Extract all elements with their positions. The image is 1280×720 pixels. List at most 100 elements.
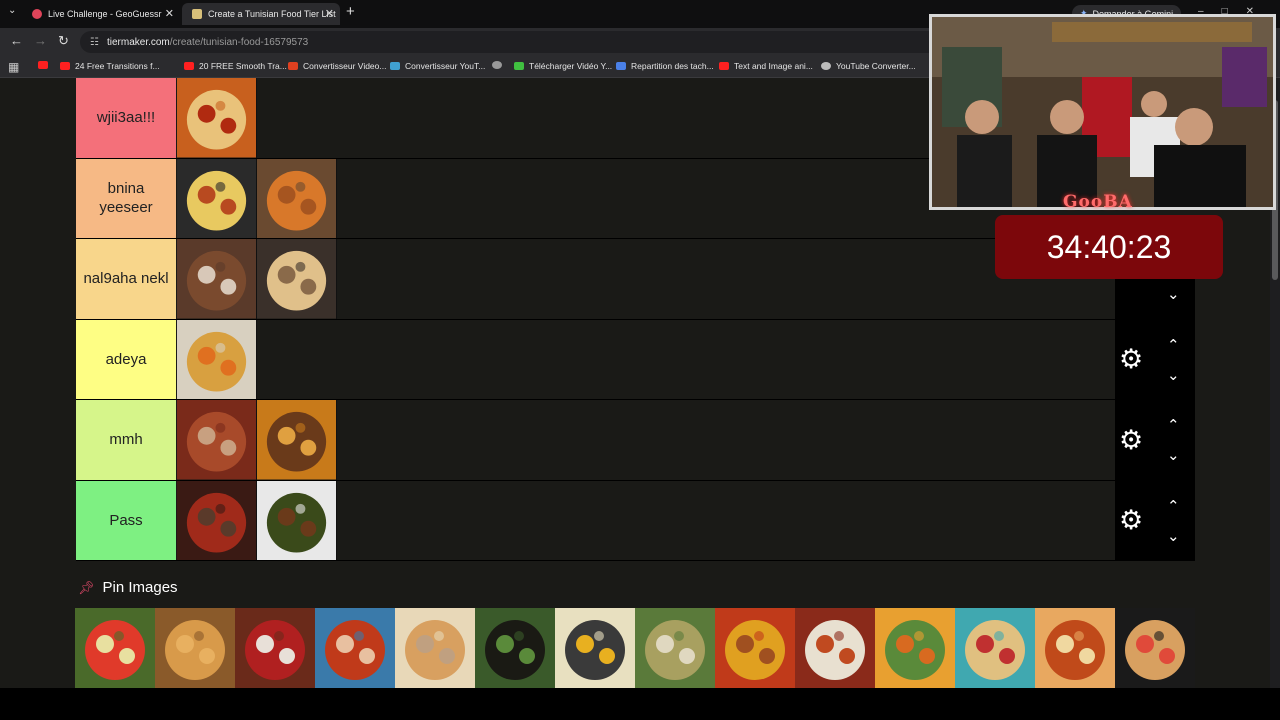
bookmark-label: 20 FREE Smooth Tra... <box>199 61 287 71</box>
pin-image-red-bowl[interactable] <box>235 608 315 688</box>
tier-label[interactable]: Pass <box>76 480 176 560</box>
bookmark-text-image[interactable]: Text and Image ani... <box>719 61 813 71</box>
tier-items-dropzone[interactable] <box>177 239 337 319</box>
chevron-down-icon[interactable]: ⌄ <box>1167 448 1180 463</box>
food-image-grilled-meat[interactable] <box>177 239 257 319</box>
globe-icon <box>492 61 502 69</box>
converter-icon <box>390 62 400 70</box>
bookmark-label: 24 Free Transitions f... <box>75 61 160 71</box>
tier-controls: ⚙︎ ⌃ ⌄ <box>1115 480 1195 560</box>
chevron-down-icon[interactable]: ⌄ <box>1167 287 1180 302</box>
webcam-caption: GooBA <box>1063 192 1133 212</box>
pin-images-strip <box>75 608 1195 688</box>
webcam-feed-image <box>932 17 1273 207</box>
pin-image-spaghetti[interactable] <box>315 608 395 688</box>
food-image-chorba-soup[interactable] <box>257 158 337 238</box>
new-tab-plus-icon[interactable]: + <box>346 3 355 20</box>
food-image-meat-stew[interactable] <box>177 400 257 480</box>
food-image-couscous[interactable] <box>177 319 257 399</box>
bookmark-label: Télécharger Vidéo Y... <box>529 61 613 71</box>
tier-row: mmh ⚙︎ ⌃ ⌄ <box>76 400 1195 481</box>
bookmark-transitions-24[interactable]: 24 Free Transitions f... <box>60 61 160 71</box>
tier-items-dropzone[interactable] <box>177 480 337 560</box>
globe-icon <box>821 62 831 70</box>
z-logo-icon <box>288 62 298 70</box>
pushpin-icon: 📌︎ <box>78 579 95 595</box>
back-arrow-icon[interactable]: ← <box>10 33 23 48</box>
tier-label[interactable]: mmh <box>76 400 176 480</box>
tab-tiermaker[interactable]: Create a Tunisian Food Tier List ✕ <box>182 3 340 25</box>
tier-items-dropzone[interactable] <box>177 158 337 238</box>
bookmark-youtube-1[interactable] <box>38 61 53 69</box>
bookmark-repartition[interactable]: Repartition des tach... <box>616 61 714 71</box>
reload-icon[interactable]: ↻ <box>58 33 69 49</box>
tier-items-dropzone[interactable] <box>177 400 337 480</box>
bookmark-convertisseur-video[interactable]: Convertisseur Video... <box>288 61 386 71</box>
pin-image-ojja[interactable] <box>795 608 875 688</box>
bookmark-convertisseur-youtube[interactable]: Convertisseur YouT... <box>390 61 485 71</box>
pin-image-egg-salad[interactable] <box>555 608 635 688</box>
youtube-icon <box>184 62 194 70</box>
bookmark-telecharger[interactable]: Télécharger Vidéo Y... <box>514 61 612 71</box>
pin-image-baguette-sandwich[interactable] <box>1115 608 1195 688</box>
tier-controls: ⚙︎ ⌃ ⌄ <box>1115 400 1195 480</box>
tier-label[interactable]: bnina yeeseer <box>76 158 176 238</box>
pin-image-green-dish[interactable] <box>635 608 715 688</box>
tiermaker-favicon-icon <box>192 9 202 19</box>
tab-title: Create a Tunisian Food Tier List <box>208 9 336 19</box>
tier-label[interactable]: wjii3aa!!! <box>76 78 176 158</box>
food-image-tomato-stew[interactable] <box>177 480 257 560</box>
pin-image-grilled-sandwich[interactable] <box>155 608 235 688</box>
bookmark-label: Repartition des tach... <box>631 61 714 71</box>
chevron-down-icon[interactable]: ⌄ <box>1167 368 1180 383</box>
pin-image-brik[interactable] <box>395 608 475 688</box>
food-image-pizza[interactable] <box>177 78 257 158</box>
pin-images-title: Pin Images <box>102 579 178 596</box>
pin-image-salad-platter[interactable] <box>75 608 155 688</box>
gear-icon[interactable]: ⚙︎ <box>1119 505 1143 535</box>
tier-items-dropzone[interactable] <box>177 78 257 158</box>
bookmark-label: Convertisseur Video... <box>303 61 387 71</box>
gear-icon[interactable]: ⚙︎ <box>1119 425 1143 455</box>
chevron-up-icon[interactable]: ⌃ <box>1167 499 1180 514</box>
chevron-up-icon[interactable]: ⌃ <box>1167 338 1180 353</box>
site-info-icon[interactable]: ☷ <box>90 37 99 48</box>
close-tab-icon[interactable]: ✕ <box>325 7 334 20</box>
tier-row: adeya ⚙︎ ⌃ ⌄ <box>76 319 1195 400</box>
chevron-down-icon[interactable]: ⌄ <box>1167 529 1180 544</box>
url-path: /create/tunisian-food-16579573 <box>169 36 309 48</box>
tier-row: Pass ⚙︎ ⌃ ⌄ <box>76 480 1195 561</box>
docs-icon <box>616 62 626 70</box>
tab-search-chevron-icon[interactable]: ⌄ <box>8 5 16 16</box>
pin-image-peppers[interactable] <box>715 608 795 688</box>
close-tab-icon[interactable]: ✕ <box>165 7 174 20</box>
food-image-mlawi-bread[interactable] <box>257 239 337 319</box>
bookmark-transitions-20[interactable]: 20 FREE Smooth Tra... <box>184 61 287 71</box>
youtube-icon <box>38 61 48 69</box>
youtube-icon <box>719 62 729 70</box>
pin-image-wraps[interactable] <box>955 608 1035 688</box>
webcam-overlay <box>929 14 1276 210</box>
tier-items-dropzone[interactable] <box>177 319 257 399</box>
bookmark-youtube-converter[interactable]: YouTube Converter... <box>821 61 916 71</box>
bookmark-label: Convertisseur YouT... <box>405 61 486 71</box>
tier-label[interactable]: adeya <box>76 319 176 399</box>
forward-arrow-icon[interactable]: → <box>34 33 47 48</box>
pin-image-couscous-veg[interactable] <box>875 608 955 688</box>
food-image-pasta-skillet[interactable] <box>177 158 257 238</box>
tab-geoguessr[interactable]: Live Challenge - GeoGuessr ✕ <box>22 3 180 25</box>
bookmark-label: YouTube Converter... <box>836 61 916 71</box>
apps-grid-icon[interactable]: ▦ <box>8 60 19 74</box>
tab-title: Live Challenge - GeoGuessr <box>48 9 162 19</box>
gear-icon[interactable]: ⚙︎ <box>1119 344 1143 374</box>
food-image-spinach-dish[interactable] <box>257 480 337 560</box>
pin-images-heading: 📌︎ Pin Images <box>78 579 178 596</box>
food-image-roast-lamb[interactable] <box>257 400 337 480</box>
pin-image-mloukhia[interactable] <box>475 608 555 688</box>
tier-label[interactable]: nal9aha nekl <box>76 239 176 319</box>
pin-image-lasagna[interactable] <box>1035 608 1115 688</box>
chevron-up-icon[interactable]: ⌃ <box>1167 418 1180 433</box>
bookmark-globe[interactable] <box>492 61 507 69</box>
geoguessr-favicon-icon <box>32 9 42 19</box>
tier-controls: ⚙︎ ⌃ ⌄ <box>1115 319 1195 399</box>
